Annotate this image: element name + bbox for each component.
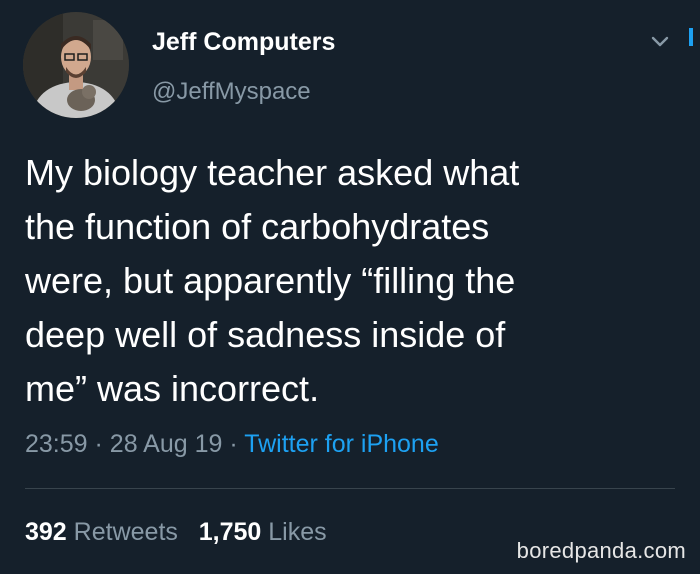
divider (25, 488, 675, 489)
tweet-source-link[interactable]: Twitter for iPhone (244, 430, 439, 458)
meta-separator: · (229, 430, 238, 458)
chevron-down-icon[interactable] (649, 31, 671, 53)
tweet-text-line: My biology teacher asked what (25, 152, 520, 193)
retweets-count: 392 (25, 518, 67, 546)
retweets-label: Retweets (73, 518, 178, 546)
tweet-time[interactable]: 23:59 (25, 430, 88, 458)
tweet-text-line: the function of carbohydrates (25, 206, 490, 247)
meta-separator: · (94, 430, 103, 458)
user-handle[interactable]: @JeffMyspace (152, 77, 311, 107)
display-name[interactable]: Jeff Computers (152, 27, 335, 57)
tweet-text-line: were, but apparently “filling the (25, 260, 516, 301)
likes-count: 1,750 (198, 518, 262, 546)
edge-accent (689, 28, 693, 46)
tweet-text-line: me” was incorrect. (25, 368, 320, 409)
tweet-card: Jeff Computers @JeffMyspace My biology t… (0, 0, 700, 574)
tweet-date[interactable]: 28 Aug 19 (110, 430, 223, 458)
tweet-stats: 392 Retweets 1,750 Likes (25, 516, 327, 548)
tweet-text: My biology teacher asked what the functi… (25, 146, 685, 416)
retweets-stat[interactable]: 392 Retweets (25, 518, 178, 546)
watermark: boredpanda.com (516, 538, 686, 563)
tweet-meta: 23:59 · 28 Aug 19 · Twitter for iPhone (25, 428, 439, 460)
likes-label: Likes (268, 518, 327, 546)
tweet-text-line: deep well of sadness inside of (25, 314, 506, 355)
likes-stat[interactable]: 1,750 Likes (199, 518, 327, 546)
avatar[interactable] (23, 12, 129, 118)
